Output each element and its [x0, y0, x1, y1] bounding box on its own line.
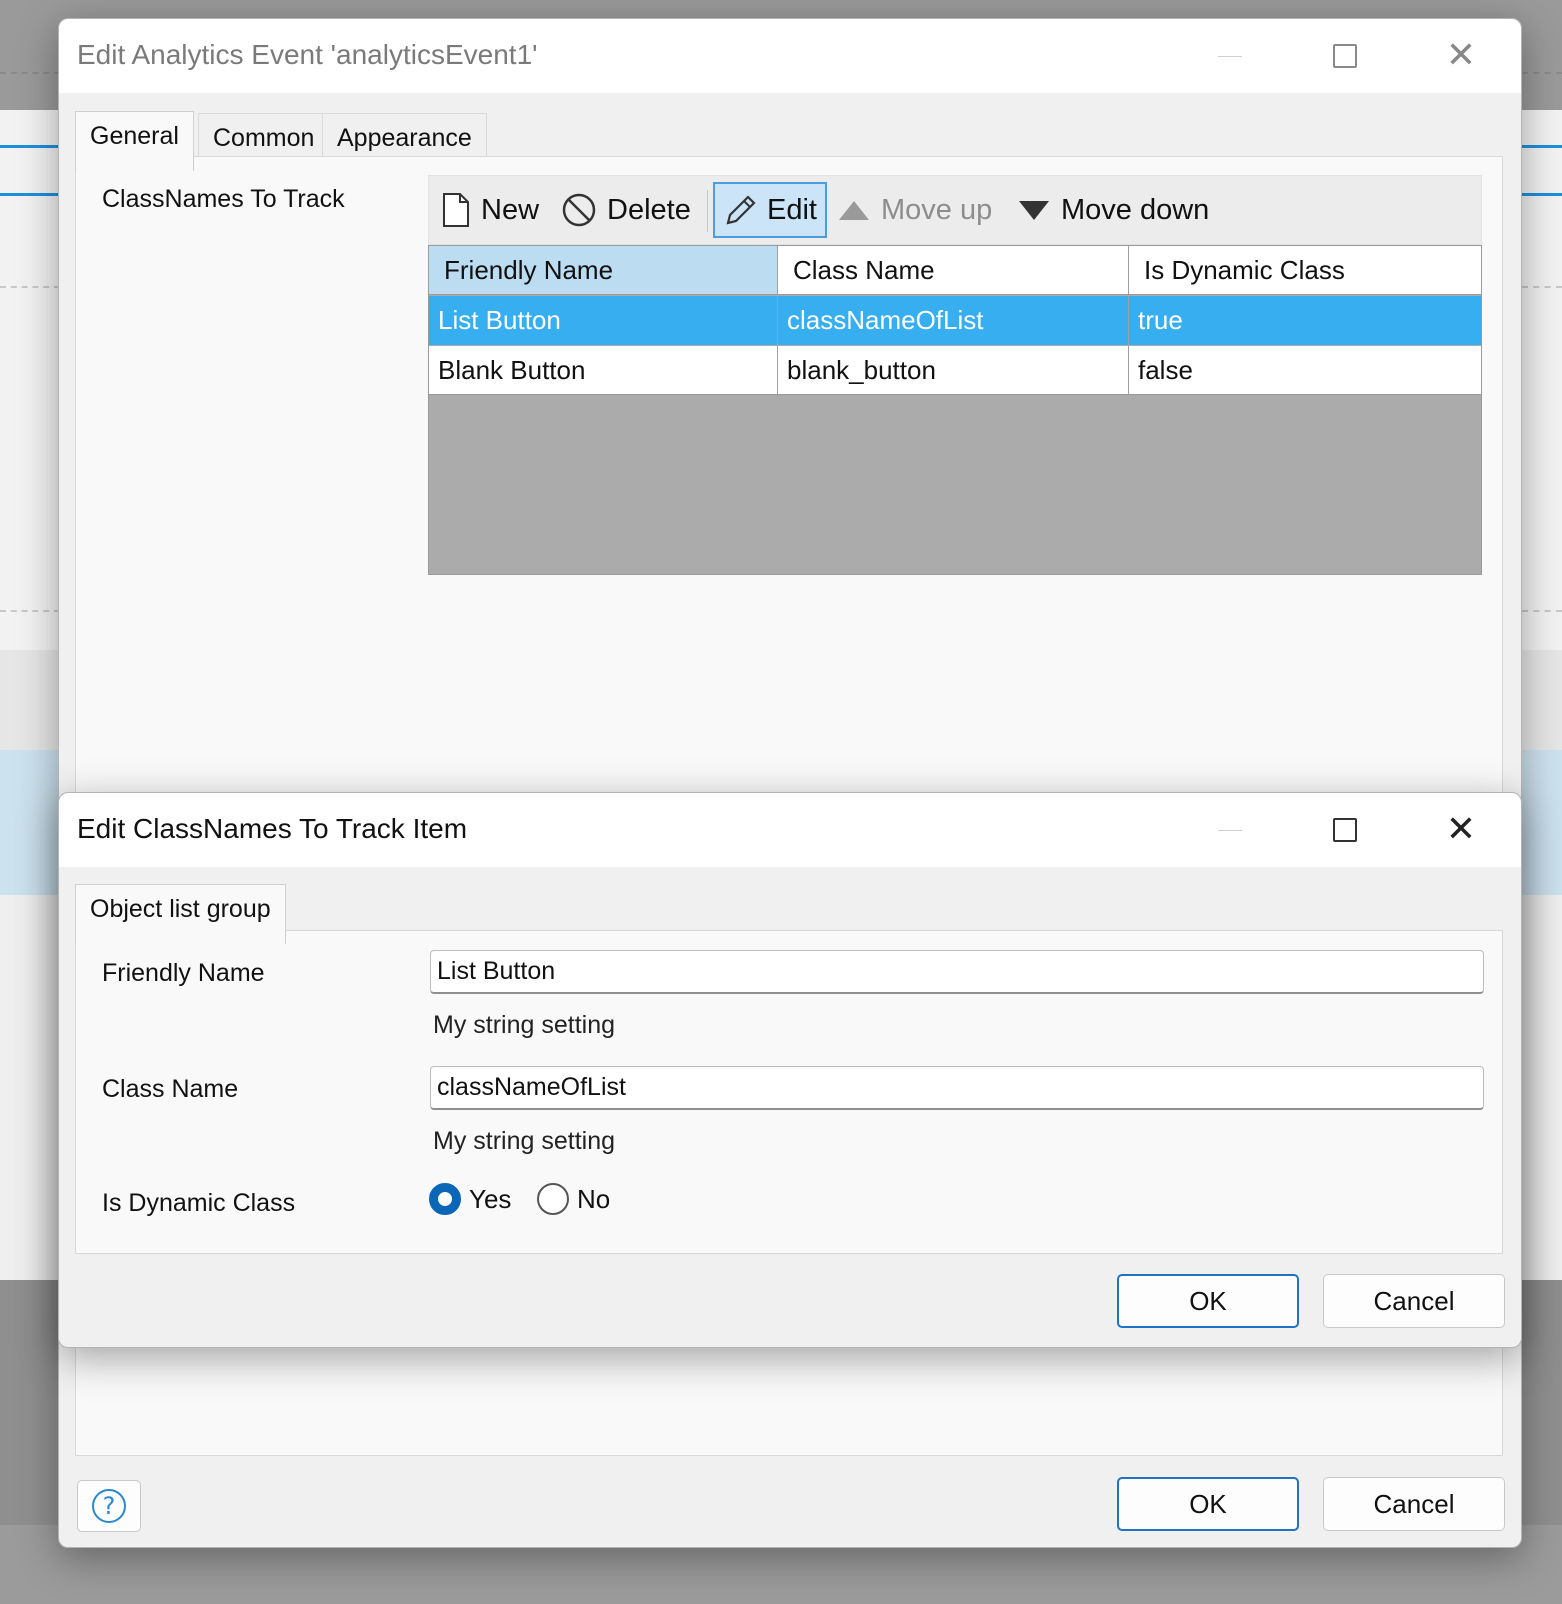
classnames-grid: Friendly Name Class Name Is Dynamic Clas…: [428, 245, 1482, 575]
prohibited-icon: [562, 193, 596, 227]
minimize-icon: [1218, 829, 1242, 831]
grid-header-row: Friendly Name Class Name Is Dynamic Clas…: [429, 246, 1481, 295]
background-panel: [0, 110, 60, 650]
background-panel: [0, 650, 60, 750]
background-panel: [1522, 895, 1562, 1280]
cell-is-dynamic-class: true: [1138, 305, 1183, 335]
class-name-field[interactable]: [430, 1066, 1484, 1110]
ok-button[interactable]: OK: [1117, 1477, 1299, 1531]
move-up-button-label: Move up: [881, 193, 993, 226]
toolbar-separator: [707, 190, 708, 232]
class-name-label: Class Name: [102, 1075, 239, 1103]
column-header-friendly-name[interactable]: Friendly Name: [429, 246, 778, 294]
edit-button-label: Edit: [767, 193, 817, 226]
maximize-icon: [1333, 818, 1357, 842]
close-icon: ✕: [1445, 809, 1477, 850]
list-toolbar: New Delete Edit Move up Move down: [428, 175, 1482, 245]
background-divider: [1522, 72, 1562, 74]
minimize-button[interactable]: [1205, 31, 1255, 81]
background-accent-line: [0, 193, 60, 196]
help-button[interactable]: ?: [77, 1480, 141, 1532]
radio-yes-label: Yes: [469, 1183, 512, 1214]
minimize-icon: [1218, 55, 1242, 57]
item-dialog-title: Edit ClassNames To Track Item: [77, 813, 468, 844]
item-ok-button[interactable]: OK: [1117, 1274, 1299, 1328]
new-button[interactable]: New: [433, 182, 547, 238]
dialog-titlebar: Edit Analytics Event 'analyticsEvent1' ✕: [59, 19, 1521, 93]
close-button[interactable]: ✕: [1436, 805, 1486, 855]
background-divider: [0, 286, 60, 288]
radio-no-label: No: [577, 1183, 611, 1214]
edit-item-dialog: Edit ClassNames To Track Item ✕ Object l…: [58, 792, 1522, 1348]
radio-no[interactable]: No: [537, 1183, 610, 1215]
pencil-icon: [726, 195, 756, 225]
move-up-button[interactable]: Move up: [829, 182, 1000, 238]
background-accent-line: [0, 145, 60, 148]
close-icon: ✕: [1445, 35, 1477, 76]
radio-yes[interactable]: Yes: [429, 1183, 511, 1215]
friendly-name-hint: My string setting: [433, 1011, 616, 1039]
table-row[interactable]: Blank Button blank_button false: [429, 346, 1481, 395]
triangle-down-icon: [1019, 201, 1049, 220]
background-divider: [0, 610, 60, 612]
item-dialog-titlebar: Edit ClassNames To Track Item ✕: [59, 793, 1521, 867]
column-header-is-dynamic-class[interactable]: Is Dynamic Class: [1129, 246, 1481, 294]
triangle-up-icon: [839, 201, 869, 220]
delete-button[interactable]: Delete: [553, 182, 699, 238]
background-divider: [0, 72, 60, 74]
dialog-title: Edit Analytics Event 'analyticsEvent1': [77, 39, 538, 70]
table-row[interactable]: List Button classNameOfList true: [429, 296, 1481, 345]
cell-friendly-name: List Button: [429, 296, 778, 345]
move-down-button-label: Move down: [1061, 193, 1210, 226]
background-divider: [1522, 286, 1562, 288]
background-accent-line: [1522, 145, 1562, 148]
cell-friendly-name: Blank Button: [429, 346, 778, 394]
maximize-button[interactable]: [1320, 31, 1370, 81]
friendly-name-label: Friendly Name: [102, 959, 265, 987]
class-name-hint: My string setting: [433, 1127, 616, 1155]
edit-button[interactable]: Edit: [713, 182, 827, 238]
friendly-name-field[interactable]: [430, 950, 1484, 994]
question-circle-icon: ?: [92, 1489, 126, 1523]
move-down-button[interactable]: Move down: [1009, 182, 1217, 238]
background-panel: [1522, 110, 1562, 650]
background-accent-line: [1522, 193, 1562, 196]
cell-class-name: blank_button: [778, 346, 1129, 394]
tab-object-list-group[interactable]: Object list group: [75, 884, 286, 944]
radio-checked-icon: [429, 1183, 461, 1215]
column-header-class-name[interactable]: Class Name: [778, 246, 1129, 294]
close-button[interactable]: ✕: [1436, 31, 1486, 81]
cancel-button[interactable]: Cancel: [1323, 1477, 1505, 1531]
cell-is-dynamic-class: false: [1138, 354, 1193, 385]
background-panel: [0, 895, 60, 1280]
classnames-to-track-label: ClassNames To Track: [102, 185, 345, 213]
radio-unchecked-icon: [537, 1183, 569, 1215]
cell-class-name: classNameOfList: [778, 296, 1129, 345]
maximize-icon: [1333, 44, 1357, 68]
minimize-button[interactable]: [1205, 805, 1255, 855]
background-panel: [1522, 650, 1562, 750]
is-dynamic-class-label: Is Dynamic Class: [102, 1189, 296, 1217]
item-cancel-button[interactable]: Cancel: [1323, 1274, 1505, 1328]
background-divider: [1522, 610, 1562, 612]
delete-button-label: Delete: [607, 193, 691, 226]
tab-general[interactable]: General: [75, 111, 194, 171]
maximize-button[interactable]: [1320, 805, 1370, 855]
new-document-icon: [443, 193, 469, 227]
new-button-label: New: [481, 193, 540, 226]
